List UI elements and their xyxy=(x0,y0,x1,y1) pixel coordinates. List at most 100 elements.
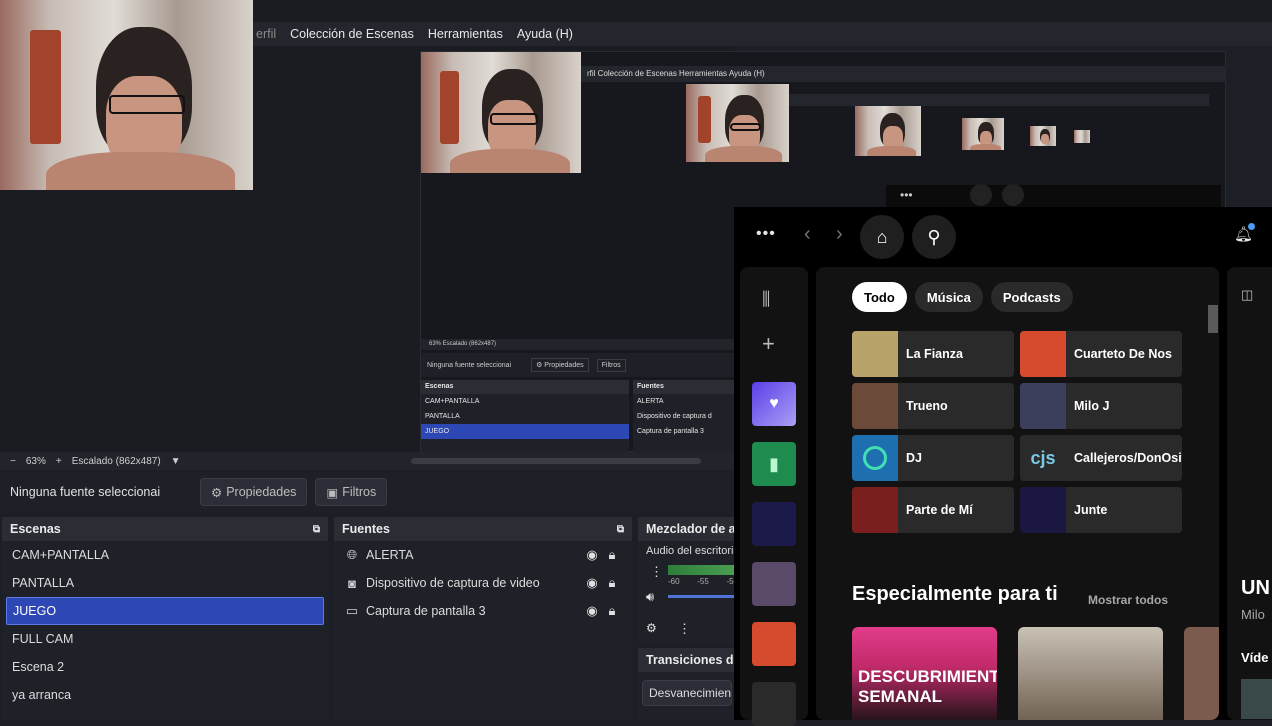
filter-icon: ▣ xyxy=(326,485,339,500)
tile-artwork xyxy=(1020,331,1066,377)
shortcut-tile[interactable]: Milo J xyxy=(1020,383,1182,429)
eye-icon[interactable]: ◉ xyxy=(582,603,602,619)
chip-musica[interactable]: Música xyxy=(914,282,983,312)
playlist-thumb[interactable] xyxy=(752,682,796,726)
zoom-in-button[interactable]: + xyxy=(56,456,62,467)
eye-icon[interactable]: ◉ xyxy=(582,547,602,563)
show-all-link[interactable]: Mostrar todos xyxy=(1088,593,1168,607)
nested-webcam-6 xyxy=(1074,130,1090,143)
nested-webcam-2 xyxy=(686,84,789,162)
camera-icon: ◙ xyxy=(348,575,356,591)
nested-spotify-topbar: ••• xyxy=(886,184,1221,207)
zoom-out-button[interactable]: − xyxy=(10,456,16,467)
filters-button[interactable]: ▣ Filtros xyxy=(315,478,388,506)
shortcut-tile[interactable]: Cuarteto De Nos xyxy=(1020,331,1182,377)
mixer-menu-icon[interactable]: ⋮ xyxy=(678,621,691,637)
tile-artwork xyxy=(1020,383,1066,429)
tile-artwork: cjs xyxy=(1020,435,1066,481)
forward-icon[interactable]: › xyxy=(836,223,843,246)
scene-item[interactable]: FULL CAM xyxy=(2,625,328,653)
sources-title: Fuentes xyxy=(342,522,390,536)
spotify-topbar: ••• ‹ › ⌂ ⚲ 🔔︎ xyxy=(734,207,1272,267)
chip-todo[interactable]: Todo xyxy=(852,282,907,312)
section-title[interactable]: Especialmente para ti xyxy=(852,583,1058,606)
source-item[interactable]: ▭ Captura de pantalla 3 ◉ 🔒︎ xyxy=(334,597,632,625)
scenes-dock-header: Escenas ⧉ xyxy=(2,517,328,541)
tile-artwork xyxy=(852,331,898,377)
playlist-thumb[interactable] xyxy=(752,502,796,546)
nested-statusbar: 63% Escalado (862x487) xyxy=(421,339,736,350)
scene-item[interactable]: Escena 2 xyxy=(2,653,328,681)
scenes-title: Escenas xyxy=(10,522,61,536)
menu-herramientas[interactable]: Herramientas xyxy=(428,27,503,41)
scrollbar-thumb[interactable] xyxy=(1208,305,1218,333)
scale-label: Escalado (862x487) xyxy=(71,455,161,467)
eye-icon[interactable]: ◉ xyxy=(582,575,602,591)
chip-podcasts[interactable]: Podcasts xyxy=(990,282,1073,312)
more-options-icon[interactable]: ••• xyxy=(756,225,776,243)
tile-artwork xyxy=(852,383,898,429)
properties-button[interactable]: ⚙ Propiedades xyxy=(200,478,308,506)
search-button[interactable]: ⚲ xyxy=(912,215,956,259)
advanced-audio-icon[interactable]: ⚙ xyxy=(646,621,657,635)
chevron-down-icon[interactable]: ▼ xyxy=(171,456,181,467)
playlist-card[interactable] xyxy=(1184,627,1219,720)
meter-ticks: -60-55-50 xyxy=(668,577,736,586)
zoom-level: 63% xyxy=(25,455,46,467)
playlist-thumb[interactable] xyxy=(752,562,796,606)
back-icon[interactable]: ‹ xyxy=(804,223,811,246)
nested-webcam-3 xyxy=(855,106,921,156)
menu-perfil[interactable]: erfil xyxy=(256,27,276,41)
plus-icon[interactable]: + xyxy=(762,331,775,357)
tile-artwork xyxy=(852,487,898,533)
shortcut-tile[interactable]: La Fianza xyxy=(852,331,1014,377)
nested-webcam-4 xyxy=(962,118,1004,150)
scene-item[interactable]: ya arranca xyxy=(2,681,328,709)
scenes-dock: Escenas ⧉ CAM+PANTALLA PANTALLA JUEGO FU… xyxy=(2,517,328,720)
undock-icon[interactable]: ⧉ xyxy=(617,524,624,535)
lock-icon[interactable]: 🔒︎ xyxy=(602,575,622,591)
scene-item-selected[interactable]: JUEGO xyxy=(6,597,324,625)
scene-item[interactable]: PANTALLA xyxy=(2,569,328,597)
menu-ayuda[interactable]: Ayuda (H) xyxy=(517,27,573,41)
scene-item[interactable]: CAM+PANTALLA xyxy=(2,541,328,569)
volume-slider[interactable] xyxy=(668,595,736,598)
shortcut-tile[interactable]: Parte de Mí xyxy=(852,487,1014,533)
shortcut-tile[interactable]: Trueno xyxy=(852,383,1014,429)
liked-songs-icon[interactable]: ♥ xyxy=(752,382,796,426)
discover-weekly-card[interactable]: DESCUBRIMIENTO SEMANAL xyxy=(852,627,997,720)
globe-icon: 🌐︎ xyxy=(346,547,358,562)
webcam-feed xyxy=(0,0,253,190)
bookmark-icon[interactable]: ▮ xyxy=(752,442,796,486)
filter-chips: Todo Música Podcasts xyxy=(852,282,1081,312)
speaker-icon[interactable]: 🔊︎ xyxy=(646,589,654,605)
shortcut-tile[interactable]: Junte xyxy=(1020,487,1182,533)
undock-icon[interactable]: ⧉ xyxy=(313,524,320,535)
mixer-track-label: Audio del escritori xyxy=(646,545,734,557)
volume-meter xyxy=(668,565,736,575)
library-icon[interactable]: ⫼ xyxy=(762,289,770,310)
lock-icon[interactable]: 🔒︎ xyxy=(602,547,622,563)
home-icon: ⌂ xyxy=(876,226,888,247)
playlist-card[interactable] xyxy=(1018,627,1163,720)
nested-webcam-5 xyxy=(1030,126,1056,146)
nested-sourcebar: Ninguna fuente seleccionai ⚙ Propiedades… xyxy=(421,353,736,377)
now-playing-panel: ◫ UN Milo Víde xyxy=(1227,267,1272,720)
menu-coleccion-escenas[interactable]: Colección de Escenas xyxy=(290,27,414,41)
transitions-dock: Transiciones d Desvanecimien xyxy=(638,648,736,720)
source-item[interactable]: 🌐︎ ALERTA ◉ 🔒︎ xyxy=(334,541,632,569)
shortcut-tile[interactable]: DJ xyxy=(852,435,1014,481)
kebab-menu-icon[interactable]: ⋮ xyxy=(650,564,663,580)
playlist-thumb[interactable] xyxy=(752,622,796,666)
spotify-window: ••• ‹ › ⌂ ⚲ 🔔︎ ⫼ + ♥ ▮ Todo Música Podca… xyxy=(734,207,1272,726)
home-button[interactable]: ⌂ xyxy=(860,215,904,259)
shortcut-tile[interactable]: cjs Callejeros/DonOsivado xyxy=(1020,435,1182,481)
source-item[interactable]: ◙ Dispositivo de captura de video ◉ 🔒︎ xyxy=(334,569,632,597)
transition-select[interactable]: Desvanecimien xyxy=(642,680,732,706)
lock-icon[interactable]: 🔒︎ xyxy=(602,603,622,619)
search-icon: ⚲ xyxy=(927,226,941,247)
nested-scenes-dock: Escenas CAM+PANTALLA PANTALLA JUEGO xyxy=(421,380,629,453)
preview-scrollbar[interactable] xyxy=(410,458,701,464)
panel-toggle-icon[interactable]: ◫ xyxy=(1241,287,1253,303)
obs-source-toolbar: Ninguna fuente seleccionai ⚙ Propiedades… xyxy=(0,472,735,512)
